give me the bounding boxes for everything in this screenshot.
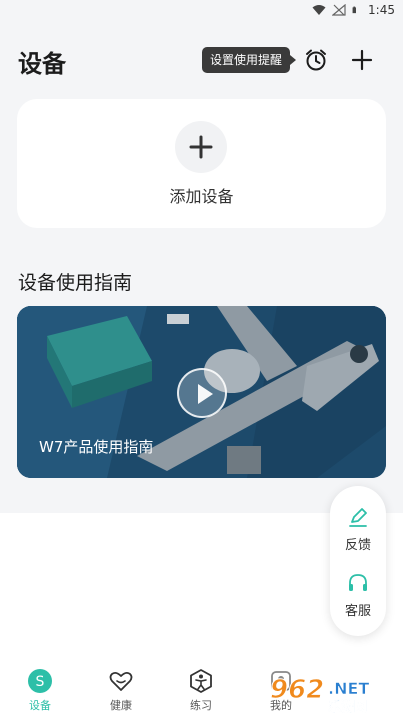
alarm-clock-icon[interactable] — [302, 46, 330, 74]
status-bar: 1:45 — [0, 0, 403, 24]
svg-text:S: S — [36, 674, 45, 690]
feedback-button[interactable]: 反馈 — [330, 504, 386, 553]
add-device-label: 添加设备 — [169, 187, 234, 206]
nav-label-devices: 设备 — [29, 699, 51, 712]
feedback-label: 反馈 — [344, 538, 371, 553]
tooltip-text: 设置使用提醒 — [210, 53, 283, 67]
nav-item-exercise[interactable]: 练习 — [171, 668, 231, 713]
guide-section-title: 设备使用指南 — [18, 272, 133, 294]
guide-video-card[interactable]: W7产品使用指南 — [17, 306, 386, 478]
pencil-icon — [349, 508, 367, 527]
customer-service-button[interactable]: 客服 — [330, 570, 386, 619]
device-s-icon: S — [28, 669, 52, 693]
nav-item-health[interactable]: 健康 — [91, 668, 151, 713]
plus-icon — [189, 135, 213, 159]
headset-icon — [349, 574, 367, 591]
play-icon[interactable] — [177, 368, 227, 418]
svg-text:962: 962 — [270, 675, 324, 705]
customer-service-label: 客服 — [344, 604, 371, 619]
battery-icon — [352, 6, 357, 14]
add-device-card[interactable]: 添加设备 — [17, 99, 386, 228]
tooltip-arrow — [290, 55, 297, 65]
add-device-button[interactable] — [175, 121, 227, 173]
nav-label-exercise: 练习 — [190, 699, 212, 712]
nav-label-health: 健康 — [110, 699, 132, 712]
wifi-icon — [312, 5, 326, 15]
floating-action-panel: 反馈 客服 — [330, 486, 386, 636]
heart-icon — [109, 671, 133, 691]
nav-item-devices[interactable]: S 设备 — [10, 668, 70, 713]
site-watermark-logo: 962 .NET 乐游网 — [270, 675, 370, 715]
status-time: 1:45 — [368, 3, 395, 17]
svg-text:.NET: .NET — [328, 679, 369, 698]
guide-video-caption: W7产品使用指南 — [39, 438, 154, 456]
plus-icon[interactable] — [348, 46, 376, 74]
exercise-icon — [190, 669, 212, 693]
svg-text:乐游网: 乐游网 — [328, 699, 367, 714]
reminder-tooltip[interactable]: 设置使用提醒 — [202, 47, 297, 73]
signal-muted-icon — [332, 4, 346, 16]
page-title: 设备 — [18, 50, 66, 78]
